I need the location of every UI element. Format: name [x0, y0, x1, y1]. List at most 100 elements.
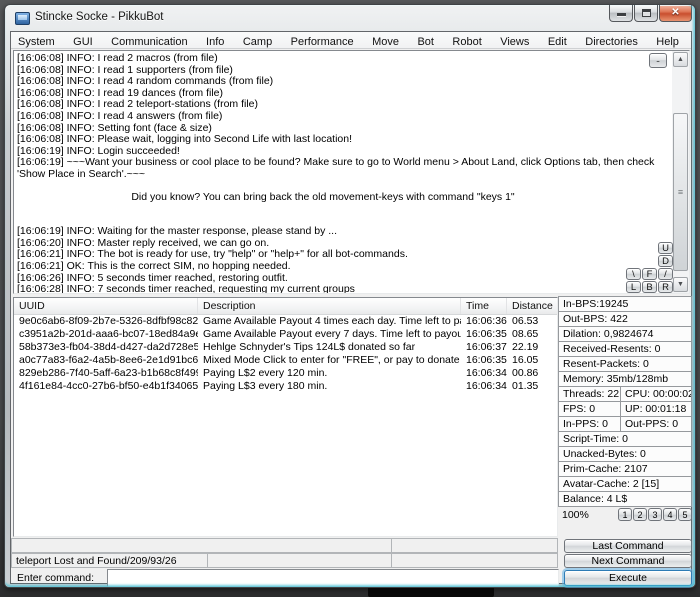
stat-unacked-bytes: Unacked-Bytes: 0: [558, 446, 692, 462]
log-tip-line: Did you know? You can bring back the old…: [17, 192, 629, 204]
scroll-down-button[interactable]: ▼: [673, 277, 688, 292]
column-header-distance[interactable]: Distance: [507, 298, 555, 314]
cell-distance: 22.19: [507, 341, 555, 354]
execute-button[interactable]: Execute: [564, 570, 692, 586]
status-teleport: teleport Lost and Found/209/93/26: [11, 553, 208, 568]
move-right-button[interactable]: R: [658, 281, 673, 293]
page-button-4[interactable]: 4: [663, 508, 677, 521]
stat-fps: FPS: 0: [558, 401, 621, 417]
table-row[interactable]: 58b373e3-fb04-38d4-d427-da2d728e5bfe Heh…: [14, 341, 557, 354]
enter-command-label: Enter command:: [17, 572, 94, 584]
last-command-button[interactable]: Last Command: [564, 539, 692, 553]
stat-received-resents: Received-Resents: 0: [558, 341, 692, 357]
cell-uuid: 829eb286-7f40-5aff-6a23-b1b68c8f4995: [14, 367, 198, 380]
status-cell-empty: [391, 553, 558, 568]
log-line: [16:06:21] OK: This is the correct SIM, …: [17, 261, 669, 273]
menu-robot[interactable]: Robot: [445, 34, 488, 49]
cell-time: 16:06:36: [461, 315, 507, 328]
scroll-up-button[interactable]: ▲: [673, 52, 688, 67]
stat-memory: Memory: 35mb/128mb: [558, 371, 692, 387]
log-line: [16:06:08] INFO: Please wait, logging in…: [17, 134, 669, 146]
cell-distance: 00.86: [507, 367, 555, 380]
menu-info[interactable]: Info: [199, 34, 231, 49]
stat-threads: Threads: 22: [558, 386, 621, 402]
move-up-button[interactable]: U: [658, 242, 673, 254]
cell-time: 16:06:34: [461, 380, 507, 393]
log-line: [16:06:19] ~~~Want your business or cool…: [17, 157, 669, 180]
page-button-5[interactable]: 5: [678, 508, 692, 521]
scrollbar-thumb[interactable]: ≡: [673, 113, 688, 271]
table-row[interactable]: a0c77a83-f6a2-4a5b-8ee6-2e1d91bc6264 Mix…: [14, 354, 557, 367]
menu-performance[interactable]: Performance: [284, 34, 361, 49]
scroll-up-icon: ▲: [677, 56, 684, 63]
next-command-button[interactable]: Next Command: [564, 554, 692, 568]
move-left-button[interactable]: L: [626, 281, 641, 293]
thumb-grip-icon: ≡: [678, 187, 683, 197]
stats-panel: In-BPS:19245 Out-BPS: 422 Dilation: 0,98…: [558, 297, 692, 522]
log-line: [16:06:28] INFO: 7 seconds timer reached…: [17, 284, 669, 294]
log-scrollbar[interactable]: ▲ ≡ ▼: [672, 51, 689, 293]
app-window: Stincke Socke - PikkuBot ✕ System GUI Co…: [4, 4, 696, 588]
page-button-3[interactable]: 3: [648, 508, 662, 521]
menu-move[interactable]: Move: [365, 34, 406, 49]
cell-distance: 06.53: [507, 315, 555, 328]
column-header-uuid[interactable]: UUID: [14, 298, 198, 314]
close-icon: ✕: [660, 7, 691, 18]
stat-uptime: UP: 00:01:18: [620, 401, 692, 417]
stat-resent-packets: Resent-Packets: 0: [558, 356, 692, 372]
log-panel[interactable]: [16:06:08] INFO: I read 2 macros (from f…: [13, 50, 690, 294]
stat-dilation: Dilation: 0,9824674: [558, 326, 692, 342]
menu-edit[interactable]: Edit: [541, 34, 574, 49]
move-forward-button[interactable]: F: [642, 268, 657, 280]
cell-uuid: 4f161e84-4cc0-27b6-bf50-e4b1f3406588: [14, 380, 198, 393]
log-corner-button[interactable]: ˍ: [649, 53, 667, 68]
table-row[interactable]: 9e0c6ab6-8f09-2b7e-5326-8dfbf98c823c Gam…: [14, 315, 557, 328]
object-table[interactable]: UUID Description Time Distance 9e0c6ab6-…: [13, 297, 558, 537]
desktop: Stincke Socke - PikkuBot ✕ System GUI Co…: [0, 0, 700, 597]
log-line: [16:06:08] INFO: I read 2 macros (from f…: [17, 53, 669, 65]
table-row[interactable]: 829eb286-7f40-5aff-6a23-b1b68c8f4995 Pay…: [14, 367, 557, 380]
cell-time: 16:06:35: [461, 354, 507, 367]
turn-left-button[interactable]: \: [626, 268, 641, 280]
turn-right-button[interactable]: /: [658, 268, 673, 280]
menu-views[interactable]: Views: [493, 34, 536, 49]
table-row[interactable]: 4f161e84-4cc0-27b6-bf50-e4b1f3406588 Pay…: [14, 380, 557, 393]
stat-avatar-cache: Avatar-Cache: 2 [15]: [558, 476, 692, 492]
column-header-description[interactable]: Description: [198, 298, 461, 314]
cell-uuid: 9e0c6ab6-8f09-2b7e-5326-8dfbf98c823c: [14, 315, 198, 328]
command-input[interactable]: [107, 569, 559, 587]
menu-directories[interactable]: Directories: [578, 34, 645, 49]
cell-time: 16:06:34: [461, 367, 507, 380]
menu-bot[interactable]: Bot: [410, 34, 441, 49]
stat-prim-cache: Prim-Cache: 2107: [558, 461, 692, 477]
zoom-level: 100%: [558, 508, 617, 521]
stat-in-pps: In-PPS: 0: [558, 416, 621, 432]
table-row[interactable]: c3951a2b-201d-aaa6-bc07-18ed84a9ec... Ga…: [14, 328, 557, 341]
minimize-icon: [617, 13, 626, 16]
title-bar[interactable]: Stincke Socke - PikkuBot ✕: [5, 5, 695, 31]
log-line: [16:06:08] INFO: I read 4 answers (from …: [17, 111, 669, 123]
menu-help[interactable]: Help: [649, 34, 686, 49]
menu-gui[interactable]: GUI: [66, 34, 100, 49]
stat-cpu: CPU: 00:00:02: [620, 386, 692, 402]
move-down-button[interactable]: D: [658, 255, 673, 267]
column-header-time[interactable]: Time: [461, 298, 507, 314]
menu-system[interactable]: System: [11, 34, 62, 49]
menu-camp[interactable]: Camp: [236, 34, 279, 49]
maximize-button[interactable]: [634, 5, 658, 22]
log-text: [16:06:08] INFO: I read 2 macros (from f…: [17, 53, 669, 294]
close-button[interactable]: ✕: [659, 5, 692, 22]
move-back-button[interactable]: B: [642, 281, 657, 293]
page-button-1[interactable]: 1: [618, 508, 632, 521]
menu-online[interactable]: Online: [690, 34, 691, 49]
menu-bar: System GUI Communication Info Camp Perfo…: [11, 32, 691, 49]
cell-description: Game Available Payout 4 times each day. …: [198, 315, 461, 328]
cell-uuid: 58b373e3-fb04-38d4-d427-da2d728e5bfe: [14, 341, 198, 354]
status-cell-empty: [11, 538, 392, 553]
menu-communication[interactable]: Communication: [104, 34, 194, 49]
scroll-down-icon: ▼: [677, 281, 684, 288]
stat-balance: Balance: 4 L$: [558, 491, 692, 507]
page-button-2[interactable]: 2: [633, 508, 647, 521]
app-monitor-icon: [15, 12, 30, 25]
minimize-button[interactable]: [609, 5, 633, 22]
